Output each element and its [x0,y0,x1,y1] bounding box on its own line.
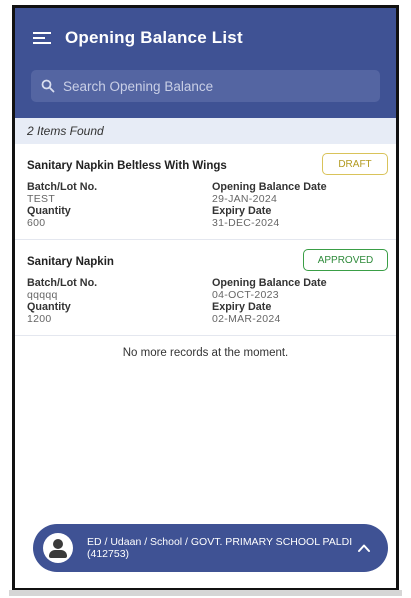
app-screen: Opening Balance List 2 Items Found Sanit… [12,5,399,591]
list-item[interactable]: Sanitary Napkin Beltless With Wings DRAF… [15,144,396,240]
user-avatar-icon [43,533,73,563]
expiry-value: 02-MAR-2024 [212,313,281,325]
item-name: Sanitary Napkin Beltless With Wings [27,160,227,172]
frame-shadow [9,590,402,596]
app-header: Opening Balance List [15,8,396,118]
search-input[interactable] [63,78,363,94]
quantity-value: 600 [27,217,46,229]
expiry-value: 31-DEC-2024 [212,217,280,229]
status-badge: DRAFT [322,153,388,175]
search-icon [41,79,55,93]
school-selector[interactable]: ED / Udaan / School / GOVT. PRIMARY SCHO… [33,524,388,572]
item-name: Sanitary Napkin [27,256,114,268]
page-title: Opening Balance List [65,28,243,47]
search-bar[interactable] [31,70,380,102]
school-label: ED / Udaan / School / GOVT. PRIMARY SCHO… [87,536,353,560]
chevron-up-icon[interactable] [356,540,372,556]
menu-icon[interactable] [33,31,51,45]
no-more-records-text: No more records at the moment. [122,347,289,359]
quantity-value: 1200 [27,313,52,325]
header-row: Opening Balance List [33,26,243,50]
status-badge: APPROVED [303,249,388,271]
list-item[interactable]: Sanitary Napkin APPROVED Batch/Lot No. q… [15,240,396,336]
results-count: 2 Items Found [15,118,396,144]
